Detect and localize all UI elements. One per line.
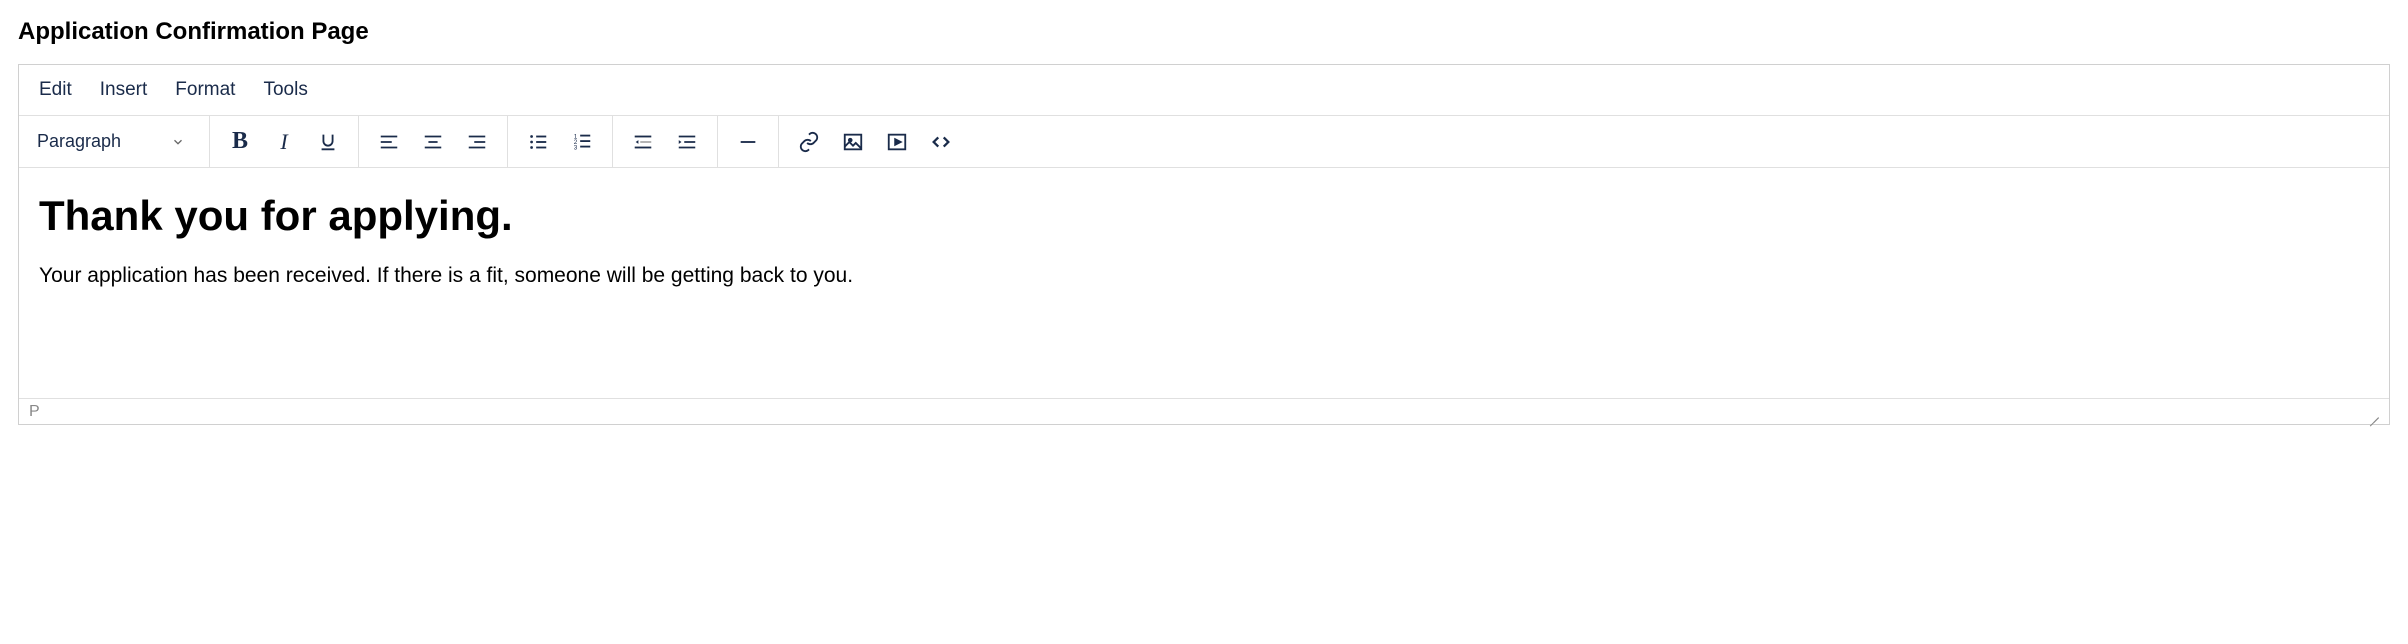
- indent-icon: [676, 131, 698, 153]
- horizontal-rule-button[interactable]: [726, 120, 770, 164]
- image-button[interactable]: [831, 120, 875, 164]
- align-right-icon: [466, 131, 488, 153]
- horizontal-rule-icon: [737, 131, 759, 153]
- format-select-label: Paragraph: [37, 131, 121, 152]
- align-left-icon: [378, 131, 400, 153]
- format-group: Paragraph: [19, 116, 210, 167]
- menu-insert[interactable]: Insert: [100, 79, 148, 101]
- indent-group: [613, 116, 718, 167]
- underline-button[interactable]: [306, 120, 350, 164]
- rule-group: [718, 116, 779, 167]
- outdent-button[interactable]: [621, 120, 665, 164]
- align-center-button[interactable]: [411, 120, 455, 164]
- indent-button[interactable]: [665, 120, 709, 164]
- chevron-down-icon: [171, 135, 185, 149]
- outdent-icon: [632, 131, 654, 153]
- link-icon: [798, 131, 820, 153]
- resize-handle[interactable]: [2363, 404, 2379, 420]
- underline-icon: [317, 131, 339, 153]
- bold-button[interactable]: B: [218, 120, 262, 164]
- editor-content[interactable]: Thank you for applying. Your application…: [19, 168, 2389, 398]
- toolbar: Paragraph B I: [19, 116, 2389, 168]
- editor-container: Edit Insert Format Tools Paragraph B I: [18, 64, 2390, 425]
- content-paragraph: Your application has been received. If t…: [39, 264, 2369, 288]
- status-bar: P: [19, 398, 2389, 424]
- video-icon: [886, 131, 908, 153]
- format-select[interactable]: Paragraph: [27, 116, 201, 167]
- italic-button[interactable]: I: [262, 120, 306, 164]
- insert-group: [779, 116, 971, 167]
- page-title: Application Confirmation Page: [18, 18, 2390, 46]
- image-icon: [842, 131, 864, 153]
- content-heading: Thank you for applying.: [39, 192, 2369, 240]
- svg-text:3: 3: [574, 144, 578, 151]
- align-left-button[interactable]: [367, 120, 411, 164]
- align-right-button[interactable]: [455, 120, 499, 164]
- code-button[interactable]: [919, 120, 963, 164]
- align-center-icon: [422, 131, 444, 153]
- bullet-list-button[interactable]: [516, 120, 560, 164]
- menu-edit[interactable]: Edit: [39, 79, 72, 101]
- align-group: [359, 116, 508, 167]
- menu-tools[interactable]: Tools: [263, 79, 307, 101]
- element-path[interactable]: P: [29, 403, 40, 421]
- text-style-group: B I: [210, 116, 359, 167]
- numbered-list-button[interactable]: 1 2 3: [560, 120, 604, 164]
- link-button[interactable]: [787, 120, 831, 164]
- bullet-list-icon: [527, 131, 549, 153]
- menu-format[interactable]: Format: [175, 79, 235, 101]
- list-group: 1 2 3: [508, 116, 613, 167]
- numbered-list-icon: 1 2 3: [571, 131, 593, 153]
- menu-bar: Edit Insert Format Tools: [19, 65, 2389, 116]
- video-button[interactable]: [875, 120, 919, 164]
- code-icon: [930, 131, 952, 153]
